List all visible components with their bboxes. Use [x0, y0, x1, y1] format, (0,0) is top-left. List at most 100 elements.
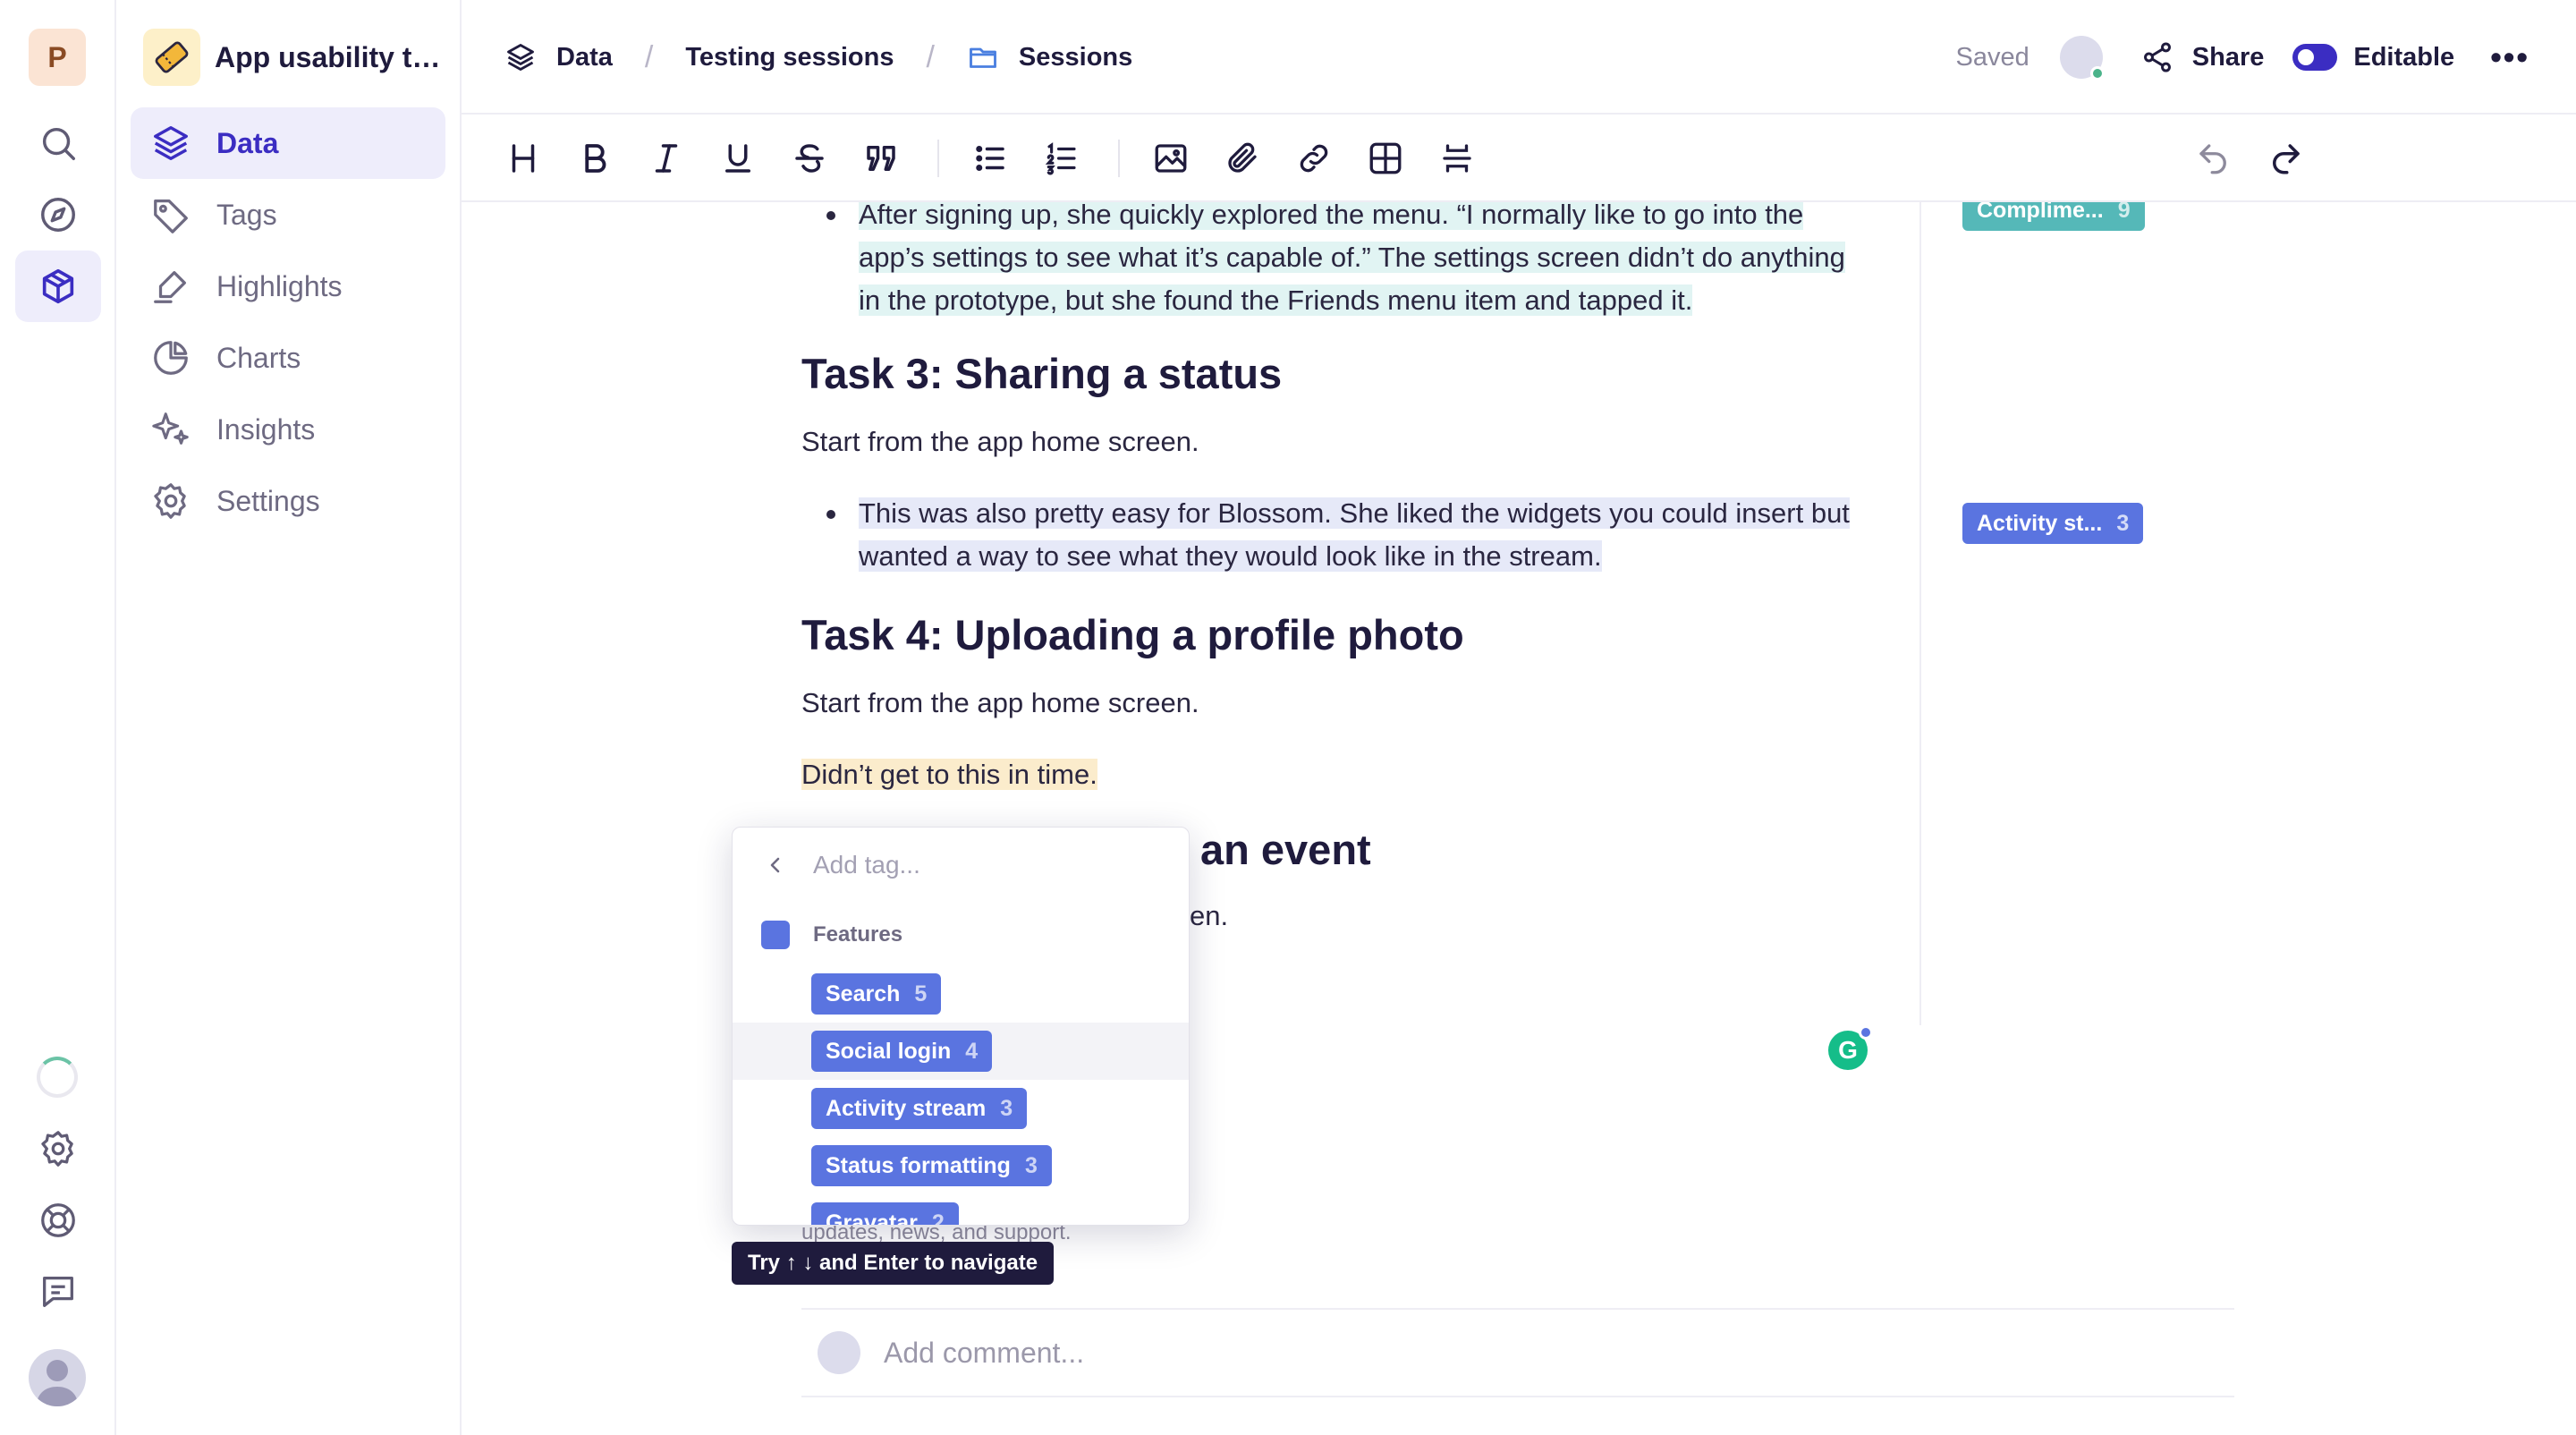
tag-group-header: Features [761, 917, 902, 953]
section-heading: Task 4: Uploading a profile photo [801, 611, 1464, 658]
image-icon [1155, 144, 1187, 173]
sparkle-icon [152, 412, 189, 445]
chat-icon [43, 1277, 73, 1307]
breadcrumb: Data / Testing sessions / Sessions [504, 0, 1132, 115]
redo-button[interactable] [2263, 136, 2308, 181]
top-bar: Data / Testing sessions / Sessions Saved… [462, 0, 2576, 115]
highlighted-text[interactable]: After signing up, she quickly explored t… [859, 199, 1845, 316]
person-icon [36, 1360, 79, 1406]
link-icon [1300, 144, 1328, 173]
underline-icon [725, 144, 750, 173]
bold-button[interactable] [572, 136, 617, 181]
project-header[interactable]: App usability testing [143, 29, 449, 86]
tag-count: 2 [931, 1210, 945, 1226]
rail-projects[interactable] [15, 250, 101, 322]
undo-button[interactable] [2191, 136, 2236, 181]
ticket-icon [155, 41, 189, 73]
numbered-list-button[interactable] [1039, 136, 1084, 181]
rail-search[interactable] [15, 107, 101, 179]
divider-button[interactable] [1435, 136, 1479, 181]
sidebar-item-charts[interactable]: Charts [131, 322, 445, 394]
bold-icon [585, 144, 606, 173]
highlighted-text[interactable]: Didn’t get to this in time. [801, 759, 1097, 790]
tag-chip: Activity stream 3 [811, 1088, 1028, 1129]
folder-icon [969, 47, 996, 68]
group-color-swatch [761, 921, 790, 949]
user-avatar[interactable] [29, 1349, 86, 1406]
italic-button[interactable] [644, 136, 689, 181]
project-name: App usability testing [215, 40, 449, 73]
avatar [818, 1331, 860, 1374]
strikethrough-button[interactable] [787, 136, 832, 181]
pie-chart-icon [154, 341, 188, 375]
tag-label: Activity stream [826, 1095, 987, 1121]
tag-label: Social login [826, 1038, 952, 1064]
comment-input[interactable]: Add comment... [884, 1337, 1084, 1370]
rail-explore[interactable] [15, 179, 101, 250]
rail-feedback[interactable] [15, 1256, 101, 1328]
rail-settings[interactable] [15, 1113, 101, 1185]
tag-count: 4 [965, 1038, 979, 1064]
tag-option[interactable]: Activity stream 3 [733, 1080, 1189, 1137]
cube-icon [42, 268, 74, 304]
gear-icon [154, 483, 186, 519]
tag-count: 3 [1000, 1095, 1013, 1121]
bullet-list: After signing up, she quickly explored t… [801, 193, 1866, 322]
tag-label: Gravatar [826, 1210, 918, 1226]
more-menu-button[interactable]: ••• [2490, 38, 2529, 76]
sidebar-item-insights[interactable]: Insights [131, 394, 445, 465]
tag-count: 3 [1024, 1152, 1038, 1178]
image-button[interactable] [1148, 136, 1193, 181]
grammarly-button[interactable]: G [1828, 1025, 1873, 1070]
sidebar-item-highlights[interactable]: Highlights [131, 250, 445, 322]
bullet-list-button[interactable] [968, 136, 1013, 181]
sidebar-item-label: Data [216, 126, 279, 159]
workspace-avatar[interactable]: P [29, 29, 86, 86]
tag-column-divider [1919, 202, 1921, 1025]
online-indicator [2089, 66, 2105, 81]
breadcrumb-sessions[interactable]: Sessions [1019, 43, 1132, 72]
breadcrumb-testing-sessions[interactable]: Testing sessions [685, 43, 894, 72]
app-rail: P [0, 0, 116, 1435]
tag-search-input[interactable] [813, 851, 1153, 879]
link-button[interactable] [1292, 136, 1336, 181]
editable-toggle[interactable] [2292, 44, 2338, 71]
heading-button[interactable] [501, 136, 546, 181]
toolbar-divider [1118, 140, 1120, 177]
tag-label: Activity st... [1977, 510, 2103, 536]
tag-chip: Gravatar 2 [811, 1202, 959, 1226]
side-tag-activity-stream[interactable]: Activity st... 3 [1962, 503, 2144, 544]
numbered-list-icon [1045, 142, 1076, 175]
tag-label: Status formatting [826, 1152, 1011, 1178]
table-button[interactable] [1363, 136, 1408, 181]
tag-option[interactable]: Status formatting 3 [733, 1137, 1189, 1194]
tag-option[interactable]: Search 5 [733, 965, 1189, 1023]
sidebar-nav: Data Tags Highlights Charts Insights Set… [131, 107, 445, 537]
underline-button[interactable] [716, 136, 760, 181]
share-button[interactable]: Share [2140, 40, 2264, 74]
editable-label: Editable [2353, 42, 2455, 72]
rail-help[interactable] [15, 1185, 101, 1256]
search-icon [42, 127, 75, 160]
divider-icon [1443, 144, 1471, 173]
collaborator-avatar[interactable] [2059, 36, 2105, 81]
project-logo [143, 29, 200, 86]
sidebar-item-tags[interactable]: Tags [131, 179, 445, 250]
breadcrumb-data[interactable]: Data [556, 43, 613, 72]
comment-box[interactable]: Add comment... [818, 1329, 1084, 1376]
quote-button[interactable] [859, 136, 903, 181]
attachment-button[interactable] [1220, 136, 1265, 181]
highlighted-text[interactable]: This was also pretty easy for Blossom. S… [859, 497, 1850, 572]
comment-divider [801, 1396, 2234, 1397]
chevron-left-icon[interactable] [765, 854, 786, 876]
tag-option[interactable]: Social login 4 [733, 1023, 1189, 1080]
lifebuoy-icon [41, 1203, 75, 1237]
sidebar-item-settings[interactable]: Settings [131, 465, 445, 537]
navigation-hint-tooltip: Try ↑ ↓ and Enter to navigate [732, 1242, 1055, 1285]
tag-search [733, 828, 1189, 903]
strikethrough-icon [795, 144, 824, 173]
sidebar-item-data[interactable]: Data [131, 107, 445, 179]
undo-icon [2199, 144, 2226, 174]
section-heading: Task 3: Sharing a status [801, 350, 1283, 397]
tag-option[interactable]: Gravatar 2 [733, 1194, 1189, 1226]
